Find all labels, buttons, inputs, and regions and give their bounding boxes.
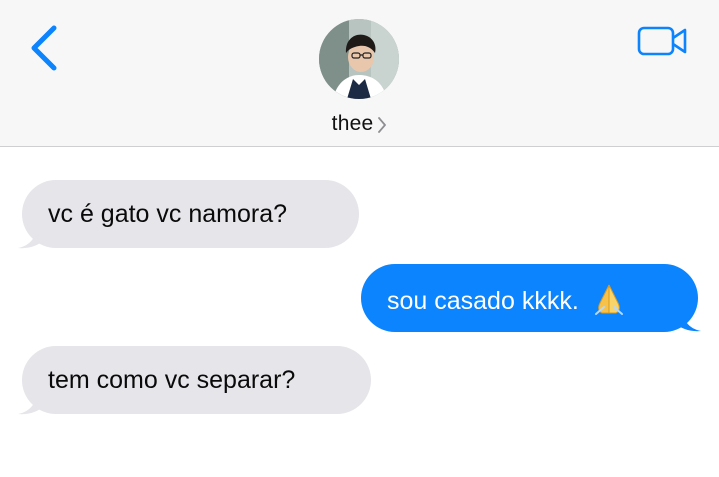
message-text: tem como vc separar? (48, 366, 296, 394)
contact-name: thee (331, 112, 374, 135)
message-text: vc é gato vc namora? (48, 200, 288, 228)
message-bubble-incoming[interactable]: tem como vc separar? (22, 346, 371, 414)
contact-name-button[interactable]: thee (0, 112, 719, 136)
video-camera-icon (637, 26, 687, 56)
chevron-left-icon (31, 25, 57, 71)
chevron-right-icon (378, 117, 387, 133)
contact-photo (319, 19, 399, 99)
message-bubble-outgoing[interactable]: sou casado kkkk. (361, 264, 698, 332)
video-call-button[interactable] (636, 24, 690, 60)
conversation-header: thee (0, 0, 719, 147)
back-button[interactable] (26, 24, 66, 74)
avatar[interactable] (319, 19, 399, 99)
message-bubble-incoming[interactable]: vc é gato vc namora? (22, 180, 359, 248)
folded-hands-icon (594, 284, 623, 315)
message-text: sou casado kkkk. (387, 287, 579, 315)
